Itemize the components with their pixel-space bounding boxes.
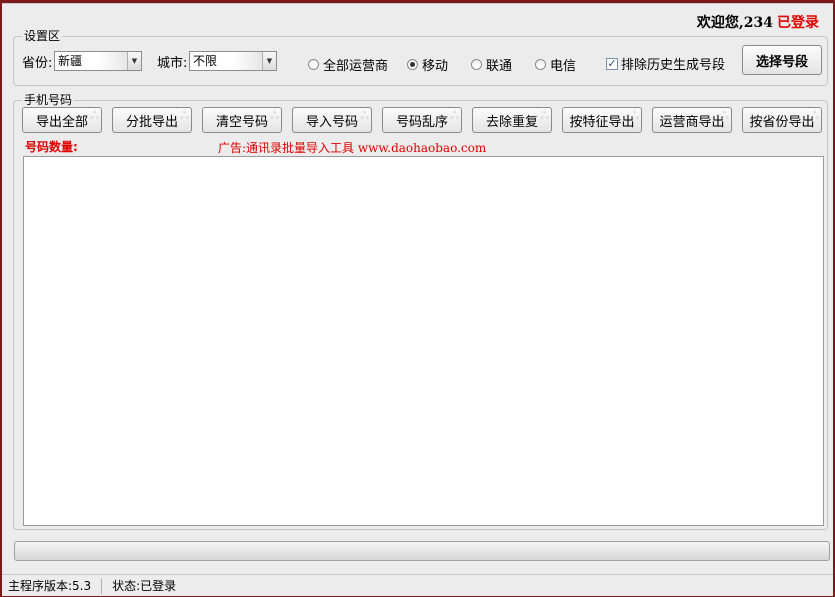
- number-count-label: 号码数量:: [25, 140, 78, 154]
- welcome-banner: 欢迎您,234 已登录: [697, 12, 819, 32]
- province-value: 新疆: [55, 52, 127, 70]
- swirl-icon: ஃ: [270, 109, 279, 122]
- welcome-text: 欢迎您,234: [696, 15, 773, 31]
- export-by-feature-button[interactable]: 按特征导出 ஃ: [562, 107, 642, 133]
- button-label: 按省份导出: [749, 114, 815, 130]
- button-label: 号码乱序: [395, 114, 448, 130]
- button-label: 导入号码: [305, 114, 358, 130]
- clear-numbers-button[interactable]: 清空号码 ஃ: [202, 107, 282, 133]
- swirl-icon: ஃ: [450, 109, 459, 122]
- exclude-history-label: 排除历史生成号段: [621, 58, 726, 73]
- radio-dot-icon[interactable]: [471, 59, 482, 70]
- province-label: 省份:: [22, 56, 53, 71]
- status-text: 状态:已登录: [112, 579, 177, 593]
- button-label: 去除重复: [485, 114, 538, 130]
- radio-unicom[interactable]: 联通: [471, 55, 512, 74]
- radio-mobile[interactable]: 移动: [407, 55, 448, 74]
- chevron-down-icon[interactable]: ▼: [262, 52, 276, 70]
- radio-label: 全部运营商: [323, 59, 389, 74]
- settings-group-label: 设置区: [22, 29, 63, 43]
- progress-bar: [14, 541, 830, 561]
- radio-telecom[interactable]: 电信: [535, 55, 576, 74]
- swirl-icon: ஃ: [630, 109, 639, 122]
- export-by-carrier-button[interactable]: 运营商导出 ஃ: [652, 107, 732, 133]
- main-window: 欢迎您,234 已登录 设置区 省份: 新疆 ▼ 城市: 不限 ▼ 全部运营商 移…: [2, 3, 833, 596]
- status-divider: [101, 577, 103, 594]
- version-text: 主程序版本:5.3: [8, 579, 92, 593]
- ad-link[interactable]: 广告:通讯录批量导入工具 www.daohaobao.com: [218, 139, 486, 156]
- phone-numbers-textarea[interactable]: [23, 156, 824, 526]
- phones-group-label: 手机号码: [22, 93, 75, 107]
- shuffle-numbers-button[interactable]: 号码乱序 ஃ: [382, 107, 462, 133]
- select-segment-label: 选择号段: [755, 54, 808, 70]
- province-select[interactable]: 新疆 ▼: [54, 51, 142, 71]
- exclude-history-checkbox[interactable]: ✓ 排除历史生成号段: [606, 54, 725, 73]
- city-label: 城市:: [157, 56, 188, 71]
- batch-export-button[interactable]: 分批导出 ஃ: [112, 107, 192, 133]
- swirl-icon: ஃ: [90, 109, 99, 122]
- status-bar: 主程序版本:5.3 状态:已登录: [2, 574, 833, 596]
- radio-label: 移动: [422, 59, 449, 74]
- radio-dot-icon[interactable]: [308, 59, 319, 70]
- radio-label: 电信: [550, 59, 577, 74]
- checkmark-icon[interactable]: ✓: [606, 57, 618, 70]
- city-value: 不限: [190, 52, 262, 70]
- radio-label: 联通: [486, 59, 513, 74]
- button-label: 导出全部: [35, 114, 88, 130]
- radio-all-carriers[interactable]: 全部运营商: [308, 55, 388, 74]
- chevron-down-icon[interactable]: ▼: [127, 52, 141, 70]
- city-select[interactable]: 不限 ▼: [189, 51, 277, 71]
- login-status[interactable]: 已登录: [777, 15, 819, 31]
- swirl-icon: ஃ: [810, 109, 819, 122]
- radio-dot-icon[interactable]: [535, 59, 546, 70]
- select-segment-button[interactable]: 选择号段: [742, 45, 822, 75]
- radio-dot-icon[interactable]: [407, 59, 418, 70]
- remove-duplicates-button[interactable]: 去除重复 ஃ: [472, 107, 552, 133]
- button-label: 分批导出: [125, 114, 178, 130]
- export-all-button[interactable]: 导出全部 ஃ: [22, 107, 102, 133]
- swirl-icon: ஃ: [720, 109, 729, 122]
- button-label: 按特征导出: [569, 114, 635, 130]
- export-by-province-button[interactable]: 按省份导出 ஃ: [742, 107, 822, 133]
- button-label: 清空号码: [215, 114, 268, 130]
- import-numbers-button[interactable]: 导入号码 ஃ: [292, 107, 372, 133]
- swirl-icon: ஃ: [360, 109, 369, 122]
- swirl-icon: ஃ: [540, 109, 549, 122]
- button-label: 运营商导出: [659, 114, 725, 130]
- swirl-icon: ஃ: [180, 109, 189, 122]
